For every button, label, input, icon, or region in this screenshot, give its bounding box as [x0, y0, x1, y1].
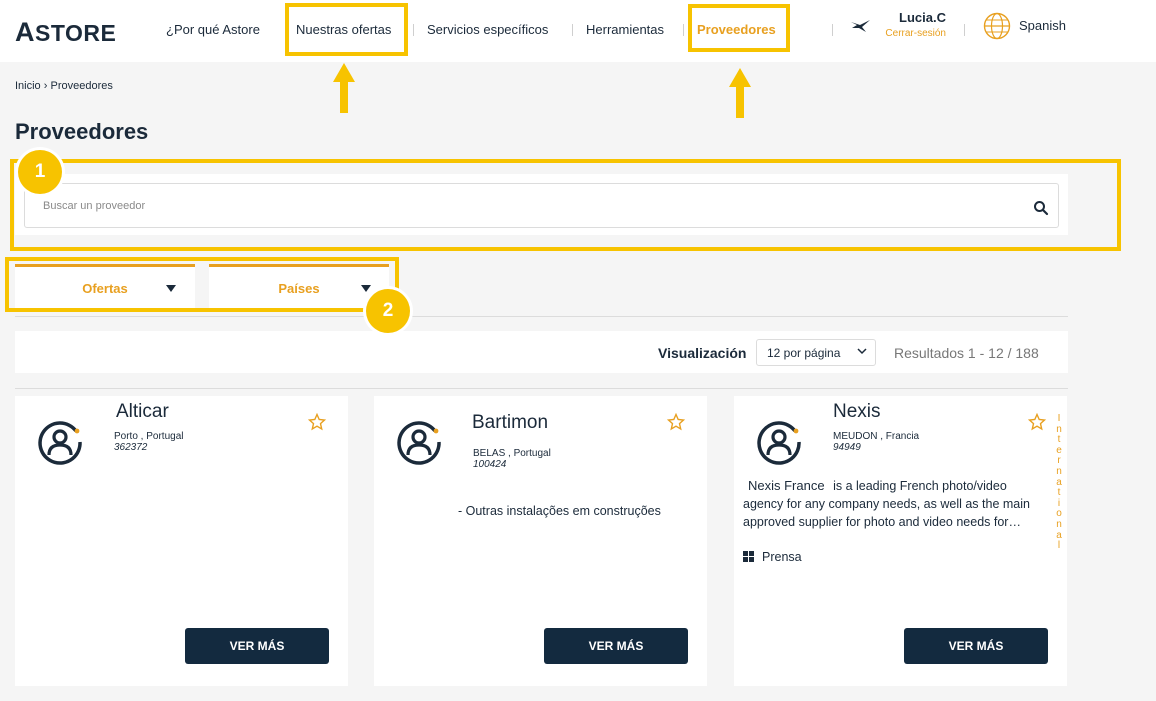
supplier-avatar-icon	[757, 421, 801, 465]
vertical-label-international: International	[1054, 413, 1064, 552]
nav-separator	[413, 24, 414, 36]
nav-item-servicios-especificos[interactable]: Servicios específicos	[427, 22, 548, 37]
per-page-value: 12 por página	[767, 346, 841, 360]
highlight-filters	[5, 257, 399, 312]
arrow-up-icon	[729, 68, 751, 118]
breadcrumb-current: Proveedores	[50, 80, 113, 92]
category-tag: Prensa	[743, 550, 802, 564]
grid-icon	[743, 551, 754, 562]
divider	[15, 388, 1068, 389]
supplier-name[interactable]: Nexis	[833, 401, 881, 423]
supplier-code: 100424	[473, 459, 507, 470]
airline-bird-icon	[851, 20, 870, 32]
nav-item-herramientas[interactable]: Herramientas	[586, 22, 664, 37]
ver-mas-button[interactable]: VER MÁS	[185, 628, 329, 664]
globe-icon[interactable]	[983, 12, 1011, 40]
nav-separator	[572, 24, 573, 36]
highlight-proveedores	[688, 4, 790, 52]
nav-item-por-que-astore[interactable]: ¿Por qué Astore	[166, 22, 260, 37]
supplier-card-alticar: Alticar Porto , Portugal 362372 VER MÁS	[15, 396, 348, 686]
divider	[15, 316, 1068, 317]
supplier-code: 362372	[114, 442, 148, 453]
vertical-label-text: International	[1056, 413, 1062, 552]
breadcrumb-home[interactable]: Inicio	[15, 80, 41, 92]
arrow-up-icon	[333, 63, 355, 113]
nav-separator	[964, 24, 965, 36]
supplier-card-nexis: Nexis MEUDON , Francia 94949 Internation…	[734, 396, 1067, 686]
astore-logo[interactable]: ASTORE	[15, 17, 116, 48]
ver-mas-button[interactable]: VER MÁS	[904, 628, 1048, 664]
favorite-star-icon[interactable]	[667, 413, 685, 431]
logo-text: STORE	[35, 20, 117, 46]
per-page-select[interactable]: 12 por página	[756, 339, 876, 366]
highlight-nuestras-ofertas	[285, 3, 408, 56]
annotation-badge-2: 2	[366, 289, 410, 333]
description-highlight: Nexis France	[743, 478, 830, 493]
breadcrumb: Inicio › Proveedores	[15, 80, 113, 92]
logout-link[interactable]: Cerrar-sesión	[880, 28, 946, 39]
supplier-avatar-icon	[38, 421, 82, 465]
supplier-name[interactable]: Bartimon	[472, 412, 548, 434]
supplier-location: MEUDON , Francia	[833, 431, 920, 442]
logo-initial: A	[15, 17, 35, 47]
ver-mas-button[interactable]: VER MÁS	[544, 628, 688, 664]
chevron-down-icon	[857, 348, 867, 355]
favorite-star-icon[interactable]	[1028, 413, 1046, 431]
results-count: Resultados 1 - 12 / 188	[894, 345, 1039, 361]
nav-separator	[683, 24, 684, 36]
supplier-description: Nexis France is a leading French photo/v…	[743, 477, 1048, 531]
supplier-description: - Outras instalações em construções	[458, 504, 661, 518]
nav-separator	[832, 24, 833, 36]
supplier-location: Porto , Portugal	[114, 431, 184, 442]
top-navigation-bar: ASTORE ¿Por qué Astore Nuestras ofertas …	[0, 0, 1156, 62]
language-selector[interactable]: Spanish	[1019, 18, 1066, 33]
favorite-star-icon[interactable]	[308, 413, 326, 431]
annotation-badge-1: 1	[18, 150, 62, 194]
supplier-code: 94949	[833, 442, 861, 453]
supplier-name[interactable]: Alticar	[116, 401, 169, 423]
user-name[interactable]: Lucia.C	[880, 10, 946, 25]
category-tag-label: Prensa	[762, 550, 802, 564]
visualization-label: Visualización	[658, 345, 747, 361]
highlight-search	[10, 159, 1121, 251]
visualization-bar: Visualización 12 por página Resultados 1…	[15, 331, 1068, 373]
page-title: Proveedores	[15, 119, 149, 144]
supplier-card-bartimon: Bartimon BELAS , Portugal 100424 - Outra…	[374, 396, 707, 686]
supplier-avatar-icon	[397, 421, 441, 465]
breadcrumb-separator: ›	[43, 80, 48, 92]
supplier-location: BELAS , Portugal	[473, 448, 551, 459]
